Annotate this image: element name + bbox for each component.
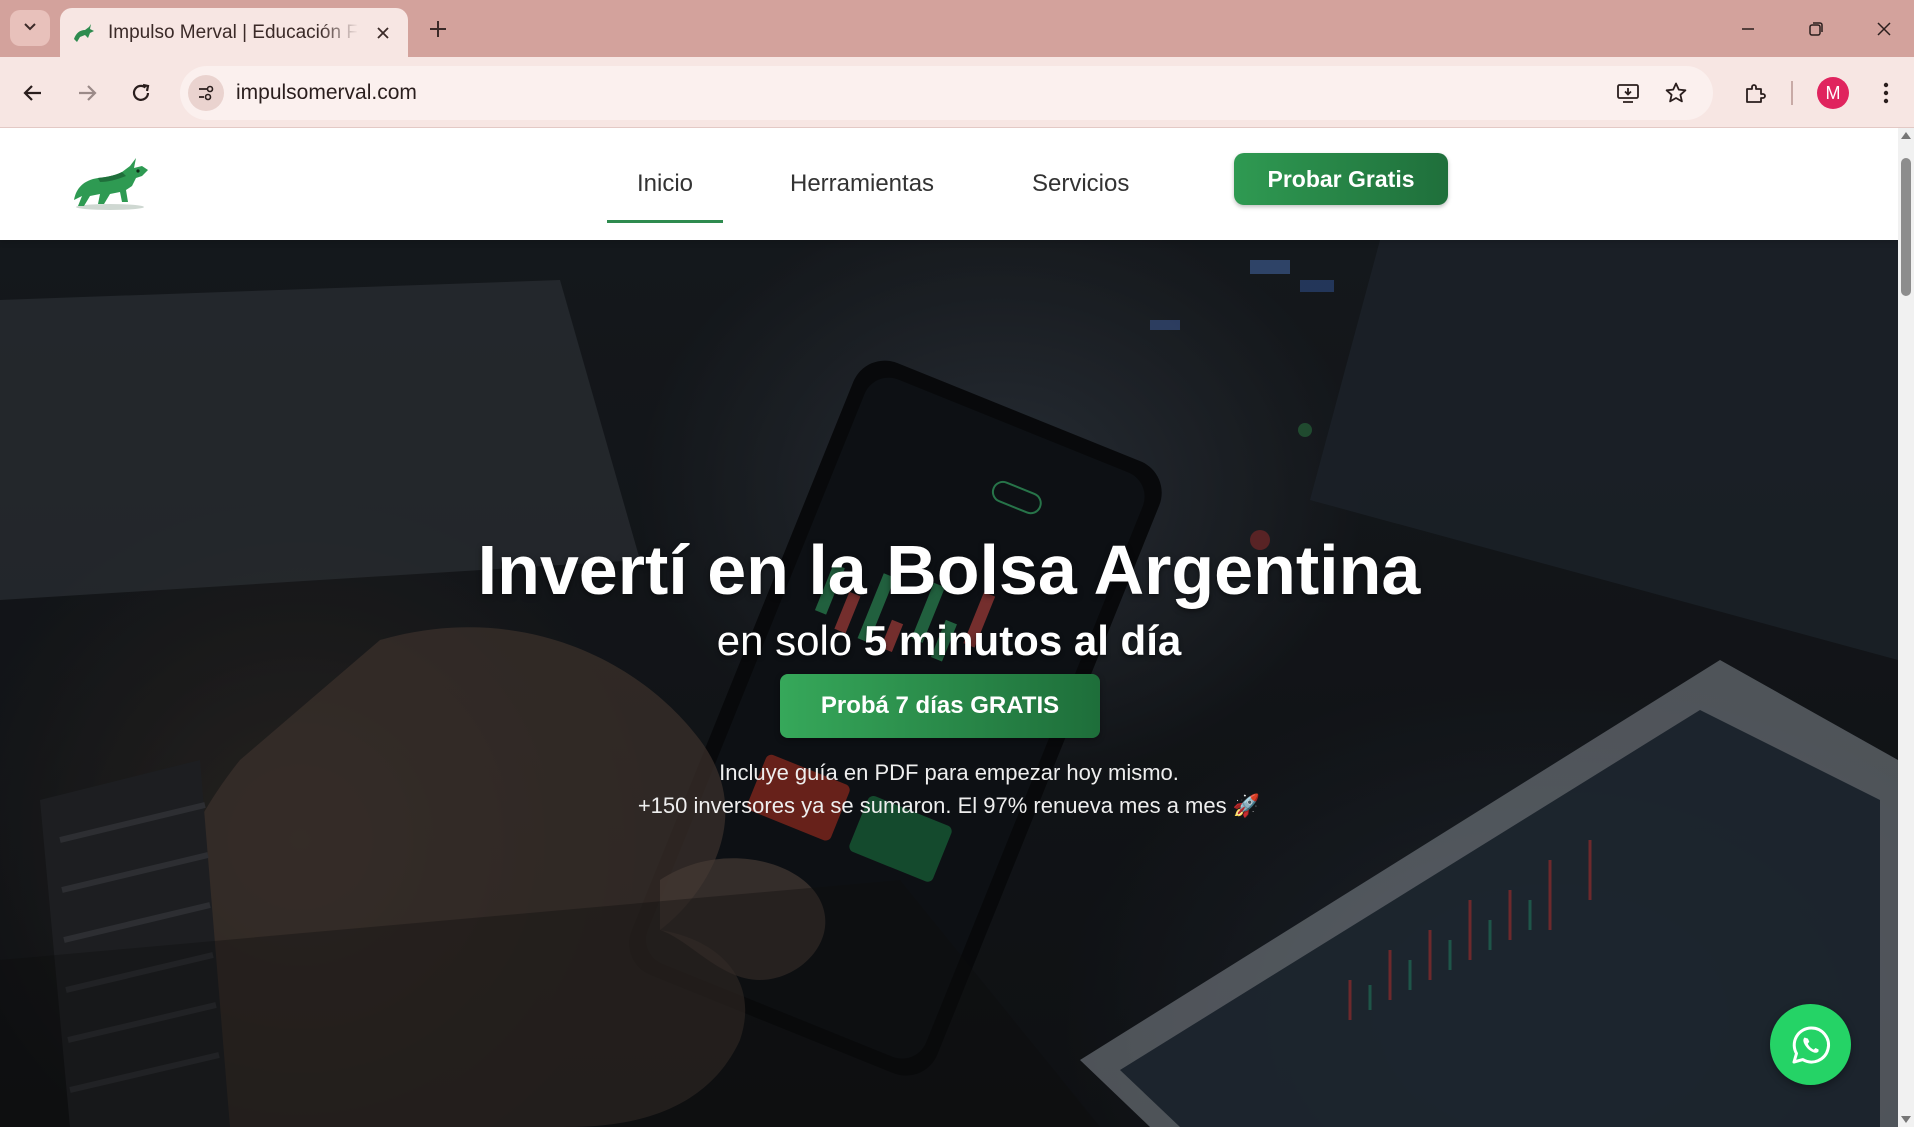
new-tab-button[interactable]	[420, 12, 456, 46]
back-button[interactable]	[14, 74, 52, 112]
scroll-up-arrow-icon[interactable]	[1901, 132, 1911, 139]
back-icon	[23, 85, 41, 101]
hero-note-investors: +150 inversores ya se sumaron. El 97% re…	[0, 793, 1898, 819]
site-header: Inicio Herramientas Servicios Probar Gra…	[0, 128, 1898, 240]
close-icon	[1877, 21, 1891, 36]
window-close-button[interactable]	[1850, 0, 1914, 57]
bull-logo-icon[interactable]	[70, 154, 154, 212]
forward-icon	[79, 85, 97, 101]
hero-title: Invertí en la Bolsa Argentina	[477, 531, 1421, 609]
scrollbar-thumb[interactable]	[1901, 158, 1911, 296]
minimize-icon	[1742, 27, 1754, 30]
scroll-down-arrow-icon[interactable]	[1901, 1116, 1911, 1123]
browser-toolbar: impulsomerval.com M	[0, 57, 1914, 128]
reload-button[interactable]	[122, 74, 160, 112]
hero-note-pdf: Incluye guía en PDF para empezar hoy mis…	[719, 760, 1179, 785]
bookmark-button[interactable]	[1662, 79, 1690, 107]
nav-link-inicio[interactable]: Inicio	[637, 170, 693, 198]
plus-icon	[430, 21, 446, 37]
active-nav-indicator	[607, 220, 723, 223]
hero-section: Invertí en la Bolsa Argentina en solo 5 …	[0, 240, 1898, 1127]
page-scrollbar[interactable]	[1898, 128, 1914, 1127]
browser-menu-button[interactable]	[1870, 77, 1902, 109]
install-icon	[1617, 84, 1639, 103]
star-icon	[1665, 82, 1687, 103]
profile-avatar[interactable]: M	[1817, 77, 1849, 109]
hero-subtitle-highlight: 5 minutos al día	[863, 617, 1182, 664]
browser-tab-active[interactable]: Impulso Merval | Educación Financiera	[60, 8, 408, 57]
tab-close-button[interactable]	[372, 22, 394, 44]
hero-subtitle: en solo 5 minutos al día	[0, 617, 1898, 665]
rocket-icon: 🚀	[1232, 794, 1261, 819]
hero-subtitle-prefix: en solo	[716, 617, 864, 664]
hero-note-investors-text: +150 inversores ya se sumaron. El 97% re…	[637, 793, 1227, 818]
whatsapp-chat-button[interactable]	[1770, 1004, 1851, 1085]
tab-title: Impulso Merval | Educación Financiera	[108, 21, 358, 43]
address-bar[interactable]: impulsomerval.com	[180, 66, 1713, 120]
close-icon	[377, 26, 389, 39]
bull-favicon-icon	[72, 21, 96, 45]
window-restore-button[interactable]	[1782, 0, 1850, 57]
extensions-icon	[1746, 84, 1766, 103]
free-trial-button[interactable]: Probá 7 días GRATIS	[780, 674, 1100, 738]
kebab-menu-icon	[1883, 82, 1889, 104]
chevron-down-icon	[22, 18, 38, 39]
window-minimize-button[interactable]	[1714, 0, 1782, 57]
nav-link-herramientas[interactable]: Herramientas	[790, 170, 934, 198]
tab-search-button[interactable]	[10, 10, 50, 46]
nav-link-servicios[interactable]: Servicios	[1032, 170, 1129, 198]
reload-icon	[132, 83, 150, 101]
url-text[interactable]: impulsomerval.com	[236, 81, 417, 105]
forward-button[interactable]	[68, 74, 106, 112]
browser-tab-bar: Impulso Merval | Educación Financiera	[0, 0, 1914, 57]
install-app-button[interactable]	[1614, 79, 1642, 107]
site-info-icon	[199, 85, 214, 101]
probar-gratis-button[interactable]: Probar Gratis	[1234, 153, 1448, 205]
toolbar-separator	[1791, 81, 1793, 105]
extensions-button[interactable]	[1736, 74, 1774, 112]
restore-icon	[1809, 21, 1823, 36]
page-viewport: Inicio Herramientas Servicios Probar Gra…	[0, 128, 1898, 1127]
whatsapp-icon	[1792, 1025, 1830, 1063]
site-info-button[interactable]	[188, 75, 224, 111]
